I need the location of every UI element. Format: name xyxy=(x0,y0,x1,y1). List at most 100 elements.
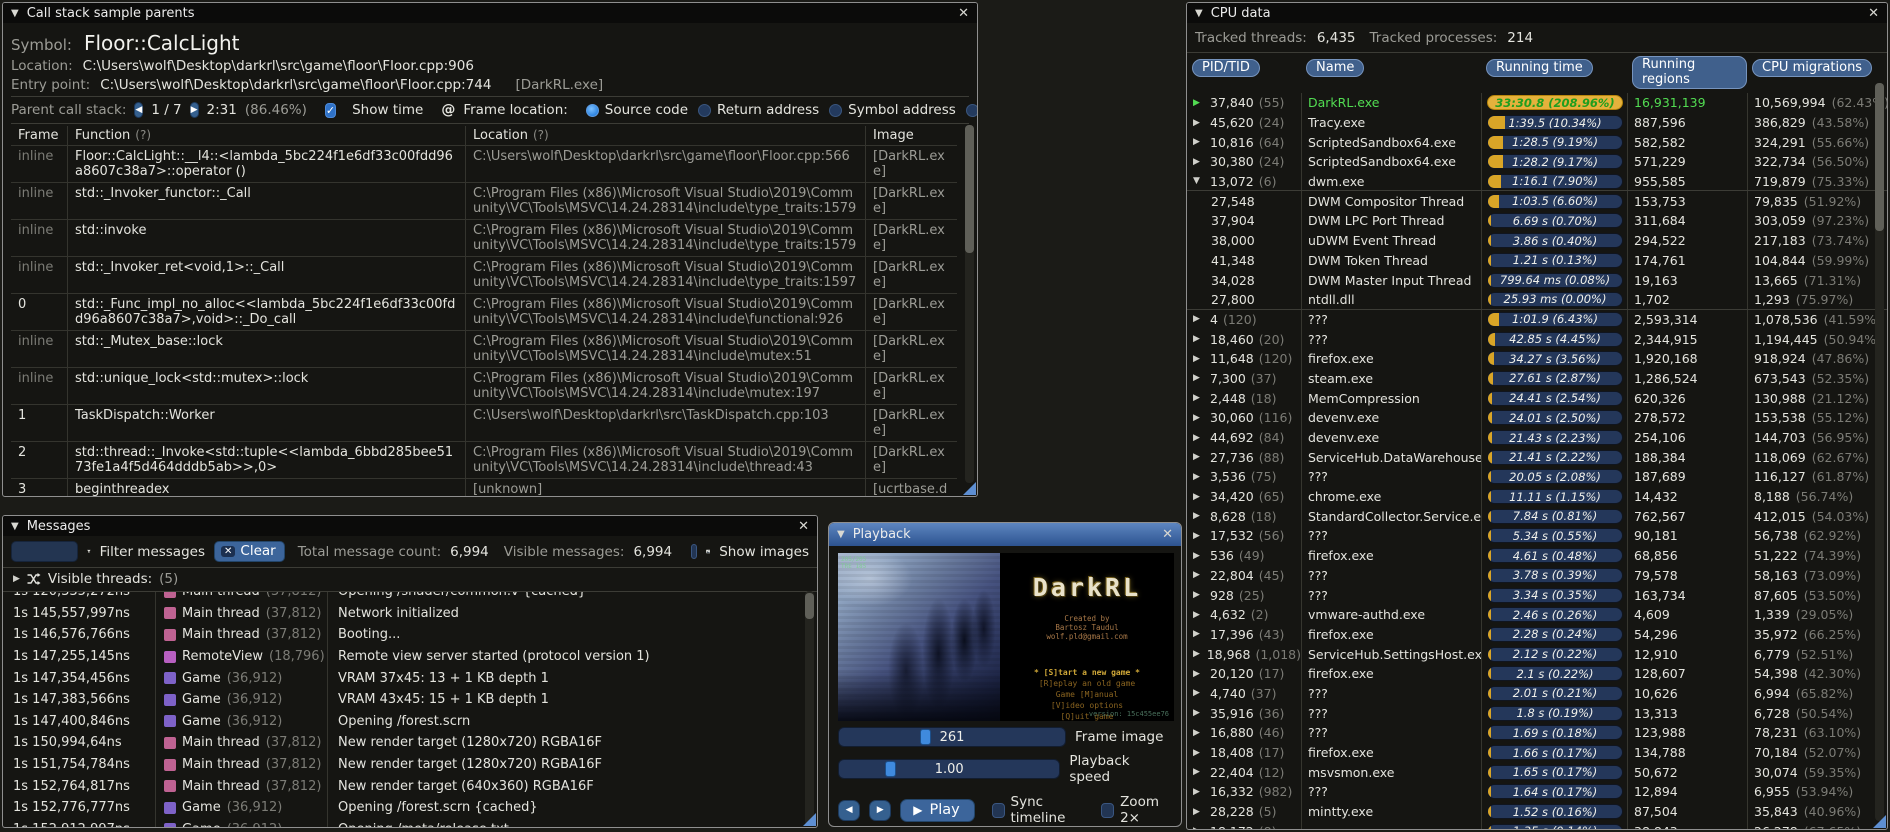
collapse-icon[interactable]: ▼ xyxy=(1195,8,1203,19)
cpu-table-row[interactable]: ▶ 35,916 (36)??? 1.8 s (0.19%) 13,313 6,728 (5… xyxy=(1187,703,1887,723)
sync-timeline-checkbox[interactable] xyxy=(991,802,1005,818)
expand-icon[interactable]: ▶ xyxy=(1193,314,1205,324)
cpu-column-header[interactable]: CPU migrations xyxy=(1752,59,1873,77)
expand-icon[interactable]: ▶ xyxy=(1193,334,1205,344)
next-stack-button[interactable]: ▶ xyxy=(189,102,199,118)
cpu-table-row[interactable]: 34,028 DWM Master Input Thread 799.64 ms (… xyxy=(1187,270,1887,290)
expand-icon[interactable]: ▶ xyxy=(1193,610,1205,620)
call-stack-row[interactable]: 0 std::_Func_impl_no_alloc<<lambda_5bc224… xyxy=(11,293,957,330)
messages-scrollbar[interactable] xyxy=(805,591,814,825)
collapse-icon[interactable]: ▼ xyxy=(11,521,19,532)
cpu-table-row[interactable]: ▶ 28,228 (5) mintty.exe 1.52 s (0.16%) 87,504… xyxy=(1187,801,1887,822)
resize-handle[interactable] xyxy=(963,482,976,495)
cpu-table-row[interactable]: ▶ 45,620 (24) Tracy.exe 1:39.5 (10.34%) 887,5… xyxy=(1187,112,1887,133)
call-stack-row[interactable]: 1 TaskDispatch::Worker C:\Users\wolf\Deskt… xyxy=(11,404,957,441)
cpu-table-row[interactable]: ▶ 10,816 (64) ScriptedSandbox64.exe 1:28.5 (… xyxy=(1187,132,1887,153)
call-stack-row[interactable]: inline std::_Invoker_functor::_Call C:\Pro… xyxy=(11,182,957,219)
cpu-table-row[interactable]: ▶ 16,880 (46)??? 1.69 s (0.18%) 123,988 78,23… xyxy=(1187,723,1887,743)
cpu-column-header[interactable]: PID/TID xyxy=(1192,59,1260,77)
cpu-table-row[interactable]: 38,000 uDWM Event Thread 3.86 s (0.40%) 294… xyxy=(1187,230,1887,251)
cpu-table-row[interactable]: ▶ 536 (49) firefox.exe 4.61 s (0.48%) 68,856 5… xyxy=(1187,545,1887,566)
message-row[interactable]: 1s 150,994,64ns Main thread (37,812) New re… xyxy=(3,732,817,754)
clear-button[interactable]: ✕ Clear xyxy=(214,541,285,562)
cpu-table-row[interactable]: ▶ 11,648 (120) firefox.exe 34.27 s (3.56%) 1,… xyxy=(1187,348,1887,369)
expand-icon[interactable]: ▶ xyxy=(1193,531,1205,541)
close-icon[interactable]: ✕ xyxy=(1162,527,1173,542)
radio-icon[interactable] xyxy=(698,103,712,117)
cpu-table-row[interactable]: ▶ 22,804 (45)??? 3.78 s (0.39%) 79,578 58,163… xyxy=(1187,565,1887,586)
cpu-table-row[interactable]: ▶ 928 (25)??? 3.34 s (0.35%) 163,734 87,605 (5… xyxy=(1187,585,1887,605)
message-row[interactable]: 1s 147,354,456ns Game (36,912) VRAM 37x45: … xyxy=(3,667,817,689)
cpu-table-row[interactable]: ▶ 2,448 (18) MemCompression 24.41 s (2.54%) 6… xyxy=(1187,388,1887,408)
expand-icon[interactable]: ▶ xyxy=(1193,649,1202,659)
expand-icon[interactable]: ▶ xyxy=(1193,393,1205,403)
call-stack-row[interactable]: inline std::unique_lock<std::mutex>::lock… xyxy=(11,367,957,404)
call-stack-row[interactable]: inline Floor::CalcLight::__l4::<lambda_5b… xyxy=(11,145,957,182)
expand-icon[interactable]: ▶ xyxy=(1193,413,1205,423)
cpu-table-row[interactable]: ▶ 8,628 (18) StandardCollector.Service.e 7.8… xyxy=(1187,506,1887,527)
cpu-table-row[interactable]: ▶ 34,420 (65) chrome.exe 11.11 s (1.15%) 14,4… xyxy=(1187,486,1887,507)
cpu-table-row[interactable]: ▶ 18,460 (20)??? 42.85 s (4.45%) 2,344,915 1,… xyxy=(1187,329,1887,349)
speed-slider-thumb[interactable] xyxy=(885,761,897,777)
message-row[interactable]: 1s 152,776,777ns Game (36,912) Opening /for… xyxy=(3,796,817,819)
zoom-2x-checkbox[interactable] xyxy=(1101,802,1115,818)
cpu-table-row[interactable]: ▶ 18,968 (1,018) ServiceHub.SettingsHost.ex… xyxy=(1187,644,1887,664)
col-function[interactable]: Function (?) xyxy=(67,126,465,145)
frame-location-option[interactable]: Return address xyxy=(698,102,819,118)
call-stack-scrollbar[interactable] xyxy=(965,125,974,483)
expand-icon[interactable]: ▶ xyxy=(1193,492,1205,502)
expand-icon[interactable]: ▼ xyxy=(1193,176,1205,186)
cpu-column-header[interactable]: Running regions xyxy=(1632,56,1747,89)
cpu-table-row[interactable]: ▶ 30,380 (24) ScriptedSandbox64.exe 1:28.2 (… xyxy=(1187,152,1887,172)
expand-icon[interactable]: ▶ xyxy=(1193,629,1205,639)
frame-location-option[interactable]: Entry point xyxy=(965,102,977,118)
call-stack-row[interactable]: inline std::invoke C:\Program Files (x86)\… xyxy=(11,219,957,256)
prev-stack-button[interactable]: ◀ xyxy=(134,102,144,118)
cpu-table-row[interactable]: ▼ 13,072 (6) dwm.exe 1:16.1 (7.90%) 955,585 71… xyxy=(1187,171,1887,192)
col-location[interactable]: Location (?) xyxy=(465,126,865,145)
expand-icon[interactable]: ▶ xyxy=(1193,570,1205,580)
cpu-column-header[interactable]: Running time xyxy=(1486,59,1593,77)
cpu-table-row[interactable]: ▶ 4,740 (37)??? 2.01 s (0.21%) 10,626 6,994 (6… xyxy=(1187,683,1887,704)
message-row[interactable]: 1s 145,557,997ns Main thread (37,812) Netwo… xyxy=(3,602,817,625)
cpu-table-row[interactable]: 41,348 DWM Token Thread 1.21 s (0.13%) 174,… xyxy=(1187,250,1887,271)
col-frame[interactable]: Frame xyxy=(11,126,67,145)
cpu-table-row[interactable]: 27,800 ntdll.dll 25.93 ms (0.00%) 1,702 1,29… xyxy=(1187,289,1887,310)
message-row[interactable]: 1s 152,764,817ns Main thread (37,812) New r… xyxy=(3,775,817,797)
collapse-icon[interactable]: ▼ xyxy=(837,529,845,540)
cpu-table-row[interactable]: ▶ 16,332 (982)??? 1.64 s (0.17%) 12,894 6,955… xyxy=(1187,782,1887,802)
play-button[interactable]: ▶ Play xyxy=(900,798,975,822)
frame-location-option[interactable]: Source code xyxy=(585,102,688,118)
cpu-table-row[interactable]: ▶ 4,632 (2) vmware-authd.exe 2.46 s (0.26%) 4… xyxy=(1187,604,1887,625)
expand-icon[interactable]: ▶ xyxy=(1193,98,1205,108)
message-row[interactable]: 1s 152,912,997ns Game (36,912) Opening /met… xyxy=(3,818,817,827)
close-icon[interactable]: ✕ xyxy=(798,519,809,534)
close-icon[interactable]: ✕ xyxy=(1868,6,1879,21)
close-icon[interactable]: ✕ xyxy=(958,6,969,21)
call-stack-row[interactable]: 3 beginthreadex[unknown][ucrtbase.dll] xyxy=(11,478,957,496)
cpu-table-row[interactable]: ▶ 17,396 (43) firefox.exe 2.28 s (0.24%) 54,2… xyxy=(1187,624,1887,645)
expand-icon[interactable]: ▶ xyxy=(1193,472,1205,482)
expand-icon[interactable]: ▶ xyxy=(1193,433,1205,443)
radio-icon[interactable] xyxy=(585,103,599,117)
filter-input[interactable] xyxy=(11,541,78,562)
message-row[interactable]: 1s 151,754,784ns Main thread (37,812) New r… xyxy=(3,753,817,776)
cpu-table-row[interactable]: 37,904 DWM LPC Port Thread 6.69 s (0.70%) 3… xyxy=(1187,211,1887,231)
cpu-table-row[interactable]: ▶ 37,840 (55) DarkRL.exe 33:30.8 (208.96%) 16… xyxy=(1187,93,1887,113)
frame-location-option[interactable]: Symbol address xyxy=(829,102,956,118)
cpu-column-header[interactable]: Name xyxy=(1306,59,1365,77)
expand-icon[interactable]: ▶ xyxy=(1193,452,1205,462)
expand-threads-icon[interactable]: ▶ xyxy=(13,574,20,584)
expand-icon[interactable]: ▶ xyxy=(1193,767,1205,777)
cpu-table-row[interactable]: ▶ 18,172 (8) msvsmon.exe 1.35 s (0.14%) 38,84… xyxy=(1187,821,1887,829)
cpu-table-row[interactable]: ▶ 30,060 (116) devenv.exe 24.01 s (2.50%) 278… xyxy=(1187,408,1887,428)
expand-icon[interactable]: ▶ xyxy=(1193,137,1205,147)
expand-icon[interactable]: ▶ xyxy=(1193,669,1205,679)
cpu-table-row[interactable]: 27,548 DWM Compositor Thread 1:03.5 (6.60%… xyxy=(1187,191,1887,212)
collapse-icon[interactable]: ▼ xyxy=(11,8,19,19)
message-row[interactable]: 1s 120,335,272ns Main thread (37,812) Openi… xyxy=(3,592,817,603)
expand-icon[interactable]: ▶ xyxy=(1193,511,1205,521)
cpu-table-row[interactable]: ▶ 17,532 (56)??? 5.34 s (0.55%) 90,181 56,738… xyxy=(1187,526,1887,546)
cpu-table-row[interactable]: ▶ 44,692 (84) devenv.exe 21.43 s (2.23%) 254,… xyxy=(1187,427,1887,448)
expand-icon[interactable]: ▶ xyxy=(1193,826,1205,829)
